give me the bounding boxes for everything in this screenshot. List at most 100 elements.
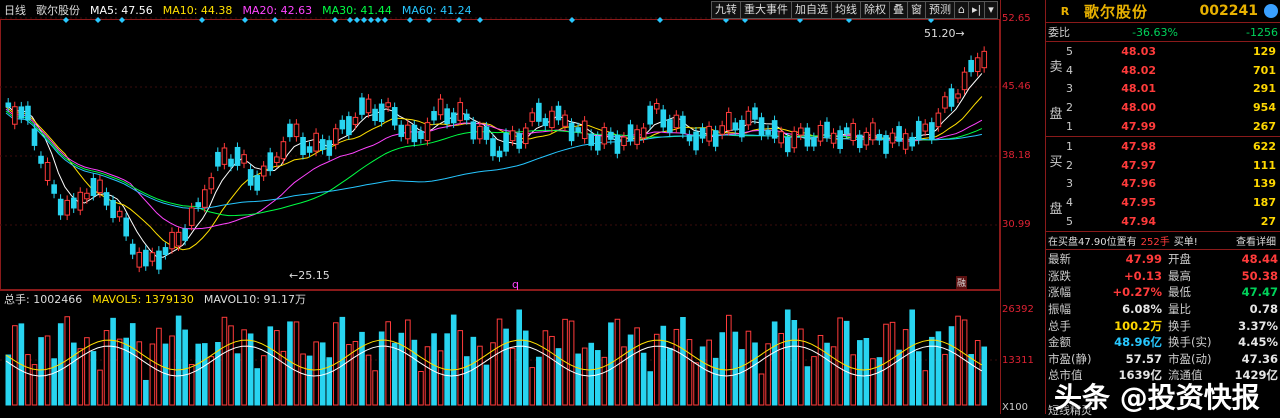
volume-bar	[843, 320, 850, 406]
volume-bar	[464, 356, 470, 406]
candle	[116, 210, 123, 218]
orderbook-row[interactable]: 3 47.96 139	[1046, 175, 1280, 194]
candle	[581, 120, 588, 140]
volume-bar	[726, 314, 732, 406]
view-detail-link[interactable]: 查看详细	[1236, 233, 1276, 248]
volume-bar	[306, 355, 313, 406]
candle	[84, 192, 90, 200]
candle	[424, 122, 431, 142]
candle	[208, 177, 215, 190]
event-marker-q[interactable]: q	[512, 278, 519, 291]
orderbook-row[interactable]: 3 48.01 291	[1046, 80, 1280, 99]
orderbook-row[interactable]: 1 47.99 267	[1046, 117, 1280, 136]
volume-bar	[116, 338, 123, 406]
candle	[529, 112, 536, 122]
low-price-marker: ←25.15	[289, 269, 330, 282]
orderbook-row[interactable]: 5 48.03 129	[1046, 42, 1280, 61]
candle	[555, 105, 562, 121]
volume-bar	[470, 336, 477, 406]
candle	[929, 122, 935, 140]
toolbar-overlay-button[interactable]: 叠	[889, 1, 908, 19]
candle	[758, 117, 765, 136]
candle	[732, 122, 739, 131]
orderbook-row[interactable]: 1 47.98 622	[1046, 137, 1280, 156]
volume-bar	[188, 364, 195, 406]
toolbar-add-watch-button[interactable]: 加自选	[791, 1, 832, 19]
toolbar-window-button[interactable]: 窗	[907, 1, 926, 19]
volume-bar	[817, 334, 824, 406]
toolbar-forecast-button[interactable]: 预测	[925, 1, 955, 19]
candle	[902, 133, 909, 150]
volume-bar	[568, 320, 575, 406]
volume-bar	[667, 347, 673, 406]
volume-bar	[758, 373, 765, 406]
volume-bar	[634, 327, 640, 406]
candle	[798, 127, 804, 136]
orderbook-row[interactable]: 2 47.97 111	[1046, 156, 1280, 175]
lock-icon[interactable]: ⌂	[954, 1, 969, 19]
candle	[90, 177, 97, 196]
candle	[974, 57, 981, 72]
candle	[778, 131, 785, 144]
candle	[326, 140, 333, 156]
toolbar-ma-button[interactable]: 均线	[831, 1, 861, 19]
dropdown-icon[interactable]: ▾	[984, 1, 998, 19]
volume-bar	[241, 329, 247, 406]
volume-bar	[673, 328, 680, 406]
volume-bar	[870, 358, 876, 406]
volume-bar	[411, 339, 418, 406]
volume-bar	[300, 353, 306, 406]
candle	[771, 120, 778, 139]
margin-trade-badge[interactable]: 融	[956, 276, 968, 289]
volume-bar	[38, 337, 44, 406]
candle	[726, 111, 732, 131]
volume-bar	[496, 318, 503, 406]
toolbar-exright-button[interactable]: 除权	[860, 1, 890, 19]
candle	[516, 133, 523, 149]
candle	[136, 251, 143, 268]
candle	[12, 106, 18, 125]
globe-icon[interactable]	[1264, 4, 1278, 18]
volume-bar	[385, 321, 391, 406]
candle	[398, 124, 405, 137]
ma30-label: MA30: 41.44	[322, 3, 392, 17]
volume-bar	[542, 330, 549, 406]
orderbook-row[interactable]: 2 48.00 954	[1046, 98, 1280, 117]
kline-canvas[interactable]	[0, 0, 1045, 414]
volume-bar	[202, 343, 208, 406]
volume-bar	[31, 364, 38, 406]
toolbar-jiuzhuan-button[interactable]: 九转	[711, 1, 741, 19]
candle	[667, 119, 673, 133]
fullscreen-icon[interactable]: ▸|	[967, 1, 986, 19]
candle	[280, 141, 287, 160]
candle	[608, 131, 614, 140]
kline-chart-area[interactable]: 日线 歌尔股份 MA5: 47.56 MA10: 44.38 MA20: 42.…	[0, 0, 1045, 414]
volume-bar	[942, 353, 948, 406]
toolbar-events-button[interactable]: 重大事件	[740, 1, 792, 19]
candle	[457, 102, 464, 121]
candle	[287, 123, 293, 138]
candle	[333, 128, 339, 145]
notice-action: 买单!	[1173, 236, 1198, 248]
stock-header: R 歌尔股份 002241	[1046, 0, 1280, 23]
orderbook-row[interactable]: 5 47.94 27	[1046, 212, 1280, 231]
candle	[267, 152, 274, 172]
buy-side-label: 买盘	[1049, 154, 1063, 217]
candle	[837, 130, 843, 149]
orderbook-row[interactable]: 4 48.02 701	[1046, 61, 1280, 80]
candle	[843, 127, 850, 134]
candle	[889, 132, 896, 144]
volume-bar	[575, 353, 581, 406]
volume-bar	[254, 368, 260, 406]
quote-row: 市盈(静) 57.57 市盈(动) 47.36	[1048, 351, 1278, 366]
event-diamond-icon[interactable]	[477, 17, 483, 23]
volume-bar	[431, 333, 437, 406]
candle	[405, 124, 411, 140]
volume-bar	[234, 353, 241, 406]
orderbook-row[interactable]: 4 47.95 187	[1046, 193, 1280, 212]
event-diamond-icon[interactable]	[657, 17, 663, 23]
volume-bar	[372, 370, 378, 406]
event-diamond-icon[interactable]	[569, 17, 575, 23]
candle	[110, 200, 116, 219]
ma20-label: MA20: 42.63	[242, 3, 313, 17]
